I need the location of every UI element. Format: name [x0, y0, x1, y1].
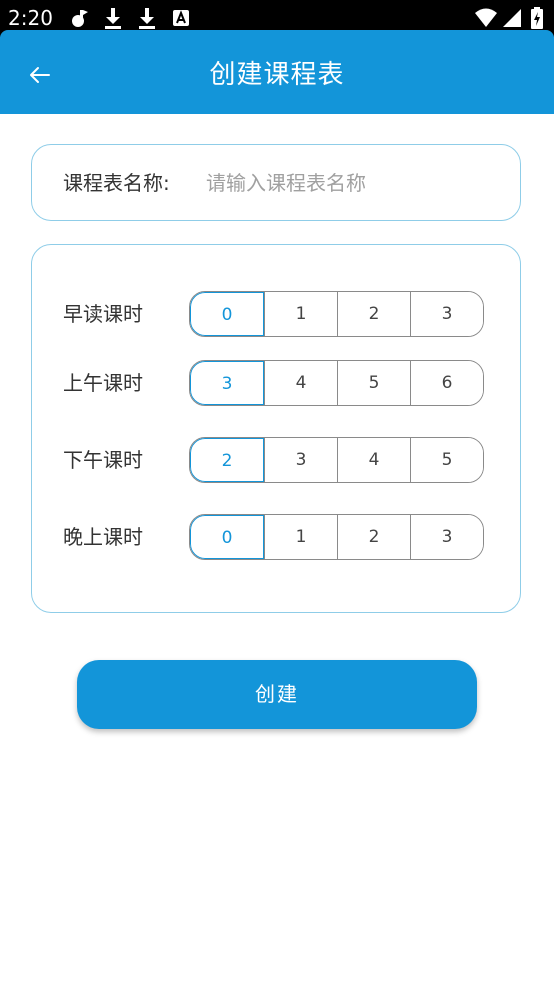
period-option[interactable]: 2: [337, 292, 410, 336]
period-row-evening: 晚上课时 0 1 2 3: [32, 514, 522, 560]
period-settings-card: 早读课时 0 1 2 3 上午课时 3 4 5 6 下午课时 2 3 4 5 晚…: [31, 244, 521, 613]
page-title: 创建课程表: [209, 60, 345, 90]
period-option[interactable]: 4: [337, 438, 410, 482]
period-option[interactable]: 1: [264, 515, 337, 559]
status-time: 2:20: [8, 6, 53, 30]
period-row-morning-reading: 早读课时 0 1 2 3: [32, 291, 522, 337]
wifi-icon: [475, 8, 497, 27]
notification-icon: [72, 10, 88, 27]
period-segment-group: 3 4 5 6: [189, 360, 484, 406]
period-label: 早读课时: [63, 302, 143, 326]
status-icons-right: [474, 7, 554, 29]
period-row-morning: 上午课时 3 4 5 6: [32, 360, 522, 406]
period-label: 下午课时: [63, 448, 143, 472]
period-option[interactable]: 3: [410, 515, 483, 559]
period-option[interactable]: 1: [264, 292, 337, 336]
period-row-afternoon: 下午课时 2 3 4 5: [32, 437, 522, 483]
period-option[interactable]: 2: [190, 438, 264, 482]
period-option[interactable]: 5: [337, 361, 410, 405]
period-label: 晚上课时: [63, 525, 143, 549]
period-segment-group: 2 3 4 5: [189, 437, 484, 483]
period-option[interactable]: 3: [190, 361, 264, 405]
download-icon: [139, 8, 155, 29]
period-option[interactable]: 3: [410, 292, 483, 336]
create-button[interactable]: 创建: [77, 660, 477, 729]
period-option[interactable]: 5: [410, 438, 483, 482]
period-option[interactable]: 6: [410, 361, 483, 405]
period-segment-group: 0 1 2 3: [189, 291, 484, 337]
period-label: 上午课时: [63, 371, 143, 395]
download-icon: [105, 8, 121, 29]
signal-icon: [503, 9, 521, 27]
period-option[interactable]: 0: [190, 292, 264, 336]
period-option[interactable]: 0: [190, 515, 264, 559]
app-icon: [173, 10, 189, 26]
schedule-name-card: 课程表名称:: [31, 144, 521, 221]
period-option[interactable]: 4: [264, 361, 337, 405]
schedule-name-label: 课程表名称:: [63, 171, 170, 195]
period-segment-group: 0 1 2 3: [189, 514, 484, 560]
schedule-name-input[interactable]: [206, 164, 496, 202]
period-option[interactable]: 3: [264, 438, 337, 482]
app-bar: 创建课程表: [0, 37, 554, 114]
battery-charging-icon: [531, 7, 543, 29]
period-option[interactable]: 2: [337, 515, 410, 559]
